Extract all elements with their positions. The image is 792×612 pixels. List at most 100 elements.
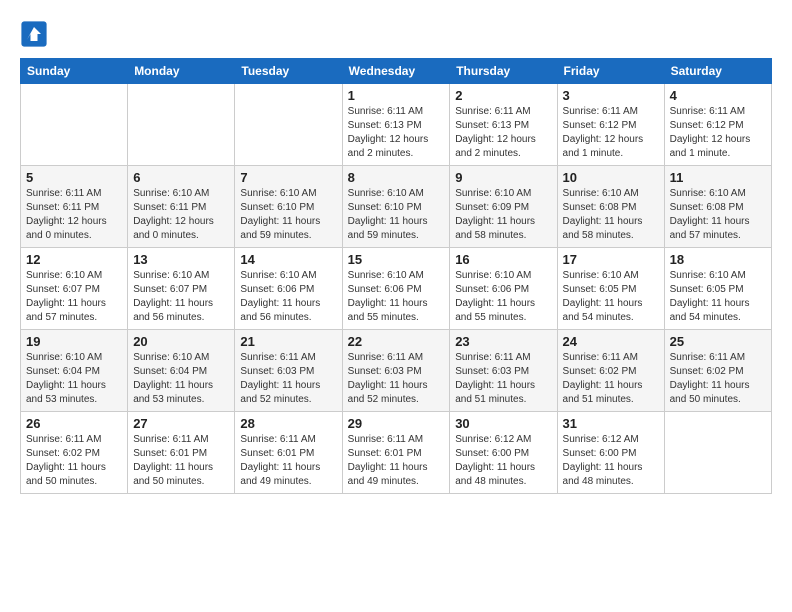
calendar-cell: 3 Sunrise: 6:11 AM Sunset: 6:12 PM Daylig… xyxy=(557,84,664,166)
calendar-cell: 11 Sunrise: 6:10 AM Sunset: 6:08 PM Dayli… xyxy=(664,166,771,248)
day-number: 9 xyxy=(455,170,551,185)
calendar-cell: 22Sunrise: 6:11 AM Sunset: 6:03 PM Dayli… xyxy=(342,330,450,412)
day-info: Sunrise: 6:11 AM Sunset: 6:11 PM Dayligh… xyxy=(26,187,122,243)
calendar-cell: 14 Sunrise: 6:10 AM Sunset: 6:06 PM Dayli… xyxy=(235,248,342,330)
calendar-cell xyxy=(235,84,342,166)
day-number: 13 xyxy=(133,252,229,267)
calendar-cell: 17 Sunrise: 6:10 AM Sunset: 6:05 PM Dayli… xyxy=(557,248,664,330)
calendar-cell xyxy=(21,84,128,166)
day-number: 25 xyxy=(670,334,766,349)
day-number: 11 xyxy=(670,170,766,185)
header xyxy=(20,20,772,48)
day-info: Sunrise: 6:11 AM Sunset: 6:12 PM Dayligh… xyxy=(563,105,659,161)
calendar-cell: 10 Sunrise: 6:10 AM Sunset: 6:08 PM Dayli… xyxy=(557,166,664,248)
weekday-header-thursday: Thursday xyxy=(450,59,557,84)
day-number: 30 xyxy=(455,416,551,431)
day-info: Sunrise: 6:10 AM Sunset: 6:10 PM Dayligh… xyxy=(348,187,445,243)
calendar-cell: 7 Sunrise: 6:10 AM Sunset: 6:10 PM Daylig… xyxy=(235,166,342,248)
calendar-cell: 31 Sunrise: 6:12 AM Sunset: 6:00 PM Dayli… xyxy=(557,412,664,494)
calendar-cell: 16Sunrise: 6:10 AM Sunset: 6:06 PM Dayli… xyxy=(450,248,557,330)
calendar-week-row: 5 Sunrise: 6:11 AM Sunset: 6:11 PM Daylig… xyxy=(21,166,772,248)
day-info: Sunrise: 6:10 AM Sunset: 6:08 PM Dayligh… xyxy=(670,187,766,243)
calendar-cell xyxy=(664,412,771,494)
day-number: 16 xyxy=(455,252,551,267)
day-info: Sunrise: 6:10 AM Sunset: 6:05 PM Dayligh… xyxy=(670,269,766,325)
day-info: Sunrise: 6:10 AM Sunset: 6:06 PM Dayligh… xyxy=(240,269,336,325)
day-number: 29 xyxy=(348,416,445,431)
day-number: 1 xyxy=(348,88,445,103)
calendar-cell: 27 Sunrise: 6:11 AM Sunset: 6:01 PM Dayli… xyxy=(128,412,235,494)
day-number: 3 xyxy=(563,88,659,103)
day-number: 24 xyxy=(563,334,659,349)
day-info: Sunrise: 6:11 AM Sunset: 6:03 PM Dayligh… xyxy=(348,351,445,407)
logo xyxy=(20,20,54,48)
calendar-cell: 30 Sunrise: 6:12 AM Sunset: 6:00 PM Dayli… xyxy=(450,412,557,494)
day-info: Sunrise: 6:12 AM Sunset: 6:00 PM Dayligh… xyxy=(563,433,659,489)
day-info: Sunrise: 6:11 AM Sunset: 6:01 PM Dayligh… xyxy=(240,433,336,489)
day-number: 2 xyxy=(455,88,551,103)
weekday-header-wednesday: Wednesday xyxy=(342,59,450,84)
day-number: 31 xyxy=(563,416,659,431)
weekday-header-saturday: Saturday xyxy=(664,59,771,84)
calendar-table: SundayMondayTuesdayWednesdayThursdayFrid… xyxy=(20,58,772,494)
day-number: 6 xyxy=(133,170,229,185)
day-info: Sunrise: 6:10 AM Sunset: 6:06 PM Dayligh… xyxy=(348,269,445,325)
day-number: 28 xyxy=(240,416,336,431)
day-info: Sunrise: 6:11 AM Sunset: 6:13 PM Dayligh… xyxy=(348,105,445,161)
day-info: Sunrise: 6:11 AM Sunset: 6:02 PM Dayligh… xyxy=(26,433,122,489)
day-number: 5 xyxy=(26,170,122,185)
day-info: Sunrise: 6:10 AM Sunset: 6:07 PM Dayligh… xyxy=(133,269,229,325)
calendar-cell: 13 Sunrise: 6:10 AM Sunset: 6:07 PM Dayli… xyxy=(128,248,235,330)
calendar-week-row: 1 Sunrise: 6:11 AM Sunset: 6:13 PM Daylig… xyxy=(21,84,772,166)
calendar-cell: 28 Sunrise: 6:11 AM Sunset: 6:01 PM Dayli… xyxy=(235,412,342,494)
calendar-cell: 20Sunrise: 6:10 AM Sunset: 6:04 PM Dayli… xyxy=(128,330,235,412)
weekday-header-tuesday: Tuesday xyxy=(235,59,342,84)
day-number: 19 xyxy=(26,334,122,349)
calendar-body: 1 Sunrise: 6:11 AM Sunset: 6:13 PM Daylig… xyxy=(21,84,772,494)
calendar-cell: 18 Sunrise: 6:10 AM Sunset: 6:05 PM Dayli… xyxy=(664,248,771,330)
day-info: Sunrise: 6:11 AM Sunset: 6:01 PM Dayligh… xyxy=(348,433,445,489)
day-info: Sunrise: 6:10 AM Sunset: 6:10 PM Dayligh… xyxy=(240,187,336,243)
calendar-cell: 6 Sunrise: 6:10 AM Sunset: 6:11 PM Daylig… xyxy=(128,166,235,248)
day-number: 27 xyxy=(133,416,229,431)
day-info: Sunrise: 6:11 AM Sunset: 6:13 PM Dayligh… xyxy=(455,105,551,161)
calendar-cell: 1 Sunrise: 6:11 AM Sunset: 6:13 PM Daylig… xyxy=(342,84,450,166)
day-number: 15 xyxy=(348,252,445,267)
day-number: 10 xyxy=(563,170,659,185)
day-number: 8 xyxy=(348,170,445,185)
logo-icon xyxy=(20,20,48,48)
calendar-cell: 21 Sunrise: 6:11 AM Sunset: 6:03 PM Dayli… xyxy=(235,330,342,412)
day-info: Sunrise: 6:11 AM Sunset: 6:03 PM Dayligh… xyxy=(455,351,551,407)
day-number: 14 xyxy=(240,252,336,267)
day-number: 12 xyxy=(26,252,122,267)
calendar-cell: 26Sunrise: 6:11 AM Sunset: 6:02 PM Dayli… xyxy=(21,412,128,494)
day-number: 7 xyxy=(240,170,336,185)
day-info: Sunrise: 6:10 AM Sunset: 6:08 PM Dayligh… xyxy=(563,187,659,243)
day-number: 18 xyxy=(670,252,766,267)
calendar-cell: 25Sunrise: 6:11 AM Sunset: 6:02 PM Dayli… xyxy=(664,330,771,412)
day-number: 20 xyxy=(133,334,229,349)
calendar-week-row: 12 Sunrise: 6:10 AM Sunset: 6:07 PM Dayli… xyxy=(21,248,772,330)
day-number: 21 xyxy=(240,334,336,349)
calendar-cell: 19 Sunrise: 6:10 AM Sunset: 6:04 PM Dayli… xyxy=(21,330,128,412)
day-info: Sunrise: 6:11 AM Sunset: 6:02 PM Dayligh… xyxy=(563,351,659,407)
calendar-cell: 9 Sunrise: 6:10 AM Sunset: 6:09 PM Daylig… xyxy=(450,166,557,248)
day-info: Sunrise: 6:10 AM Sunset: 6:05 PM Dayligh… xyxy=(563,269,659,325)
calendar-cell: 23Sunrise: 6:11 AM Sunset: 6:03 PM Dayli… xyxy=(450,330,557,412)
calendar-cell: 24 Sunrise: 6:11 AM Sunset: 6:02 PM Dayli… xyxy=(557,330,664,412)
calendar-week-row: 19 Sunrise: 6:10 AM Sunset: 6:04 PM Dayli… xyxy=(21,330,772,412)
day-info: Sunrise: 6:11 AM Sunset: 6:12 PM Dayligh… xyxy=(670,105,766,161)
day-info: Sunrise: 6:12 AM Sunset: 6:00 PM Dayligh… xyxy=(455,433,551,489)
calendar-cell: 8 Sunrise: 6:10 AM Sunset: 6:10 PM Daylig… xyxy=(342,166,450,248)
day-info: Sunrise: 6:10 AM Sunset: 6:04 PM Dayligh… xyxy=(26,351,122,407)
day-info: Sunrise: 6:10 AM Sunset: 6:09 PM Dayligh… xyxy=(455,187,551,243)
calendar-cell: 29 Sunrise: 6:11 AM Sunset: 6:01 PM Dayli… xyxy=(342,412,450,494)
weekday-header-sunday: Sunday xyxy=(21,59,128,84)
calendar-week-row: 26Sunrise: 6:11 AM Sunset: 6:02 PM Dayli… xyxy=(21,412,772,494)
day-info: Sunrise: 6:10 AM Sunset: 6:11 PM Dayligh… xyxy=(133,187,229,243)
calendar-cell xyxy=(128,84,235,166)
day-number: 17 xyxy=(563,252,659,267)
calendar-cell: 4Sunrise: 6:11 AM Sunset: 6:12 PM Daylig… xyxy=(664,84,771,166)
day-info: Sunrise: 6:11 AM Sunset: 6:01 PM Dayligh… xyxy=(133,433,229,489)
day-info: Sunrise: 6:11 AM Sunset: 6:03 PM Dayligh… xyxy=(240,351,336,407)
